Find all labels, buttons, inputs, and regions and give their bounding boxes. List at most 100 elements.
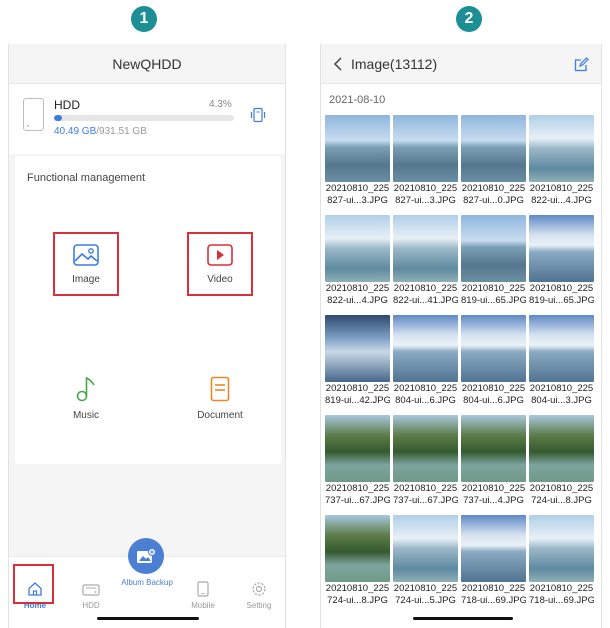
image-thumbnail[interactable] bbox=[393, 415, 458, 482]
image-thumbnail[interactable] bbox=[325, 415, 390, 482]
image-tile[interactable]: 20210810_225 822-ui...4.JPG bbox=[529, 115, 594, 215]
image-thumbnail[interactable] bbox=[461, 515, 526, 582]
image-filename-line1: 20210810_225 bbox=[529, 383, 594, 394]
image-tile[interactable]: 20210810_225 827-ui...3.JPG bbox=[393, 115, 458, 215]
hdd-usage-bar bbox=[54, 115, 234, 121]
functional-management-card: Functional management Image Video Music bbox=[15, 156, 281, 464]
tab-hdd[interactable]: HDD bbox=[71, 570, 111, 610]
album-backup-button[interactable] bbox=[128, 538, 164, 574]
image-thumbnail[interactable] bbox=[529, 115, 594, 182]
image-filename-line1: 20210810_225 bbox=[325, 183, 390, 194]
image-filename-line2: 827-ui...0.JPG bbox=[463, 195, 524, 206]
functional-management-title: Functional management bbox=[27, 172, 146, 184]
image-thumbnail[interactable] bbox=[461, 115, 526, 182]
image-tile[interactable]: 20210810_225 804-ui...3.JPG bbox=[529, 315, 594, 415]
image-filename-line1: 20210810_225 bbox=[529, 483, 594, 494]
hdd-used: 40.49 GB bbox=[54, 126, 97, 137]
image-thumbnail[interactable] bbox=[529, 315, 594, 382]
switch-device-icon[interactable] bbox=[250, 107, 266, 123]
image-filename-line2: 827-ui...3.JPG bbox=[395, 195, 456, 206]
function-image[interactable]: Image bbox=[53, 232, 119, 296]
image-filename-line1: 20210810_225 bbox=[393, 483, 458, 494]
image-filename-line2: 718-ui...69.JPG bbox=[461, 595, 526, 606]
date-group-header: 2021-08-10 bbox=[329, 94, 386, 106]
image-tile[interactable]: 20210810_225 819-ui...65.JPG bbox=[461, 215, 526, 315]
album-backup-icon bbox=[137, 547, 156, 563]
image-filename-line1: 20210810_225 bbox=[325, 483, 390, 494]
image-grid: 20210810_225 827-ui...3.JPG 20210810_225 82… bbox=[325, 115, 600, 615]
image-thumbnail[interactable] bbox=[529, 415, 594, 482]
image-tile[interactable]: 20210810_225 737-ui...67.JPG bbox=[393, 415, 458, 515]
hdd-card[interactable]: HDD 4.3% 40.49 GB/931.51 GB bbox=[9, 84, 285, 154]
hdd-percent: 4.3% bbox=[209, 99, 232, 110]
tab-mobile[interactable]: Mobile bbox=[183, 570, 223, 610]
image-tile[interactable]: 20210810_225 718-ui...69.JPG bbox=[529, 515, 594, 615]
image-filename-line1: 20210810_225 bbox=[325, 383, 390, 394]
image-tile[interactable]: 20210810_225 724-ui...8.JPG bbox=[529, 415, 594, 515]
image-tile[interactable]: 20210810_225 819-ui...65.JPG bbox=[529, 215, 594, 315]
image-filename-line1: 20210810_225 bbox=[393, 583, 458, 594]
home-title: NewQHDD bbox=[9, 44, 285, 84]
image-tile[interactable]: 20210810_225 827-ui...3.JPG bbox=[325, 115, 390, 215]
image-thumbnail[interactable] bbox=[529, 215, 594, 282]
image-icon bbox=[73, 243, 99, 266]
image-filename-line1: 20210810_225 bbox=[325, 283, 390, 294]
home-indicator bbox=[413, 617, 513, 620]
image-tile[interactable]: 20210810_225 724-ui...5.JPG bbox=[393, 515, 458, 615]
image-tile[interactable]: 20210810_225 827-ui...0.JPG bbox=[461, 115, 526, 215]
image-filename-line1: 20210810_225 bbox=[393, 383, 458, 394]
image-tile[interactable]: 20210810_225 804-ui...6.JPG bbox=[461, 315, 526, 415]
image-filename-line2: 737-ui...67.JPG bbox=[325, 495, 390, 506]
image-filename-line1: 20210810_225 bbox=[529, 283, 594, 294]
image-tile[interactable]: 20210810_225 718-ui...69.JPG bbox=[461, 515, 526, 615]
image-thumbnail[interactable] bbox=[461, 215, 526, 282]
image-tile[interactable]: 20210810_225 822-ui...41.JPG bbox=[393, 215, 458, 315]
step-badge-2: 2 bbox=[456, 6, 482, 32]
gallery-title: Image(13112) bbox=[351, 56, 438, 72]
image-filename-line2: 804-ui...6.JPG bbox=[463, 395, 524, 406]
image-tile[interactable]: 20210810_225 737-ui...67.JPG bbox=[325, 415, 390, 515]
image-filename-line1: 20210810_225 bbox=[461, 483, 526, 494]
image-filename-line2: 737-ui...67.JPG bbox=[393, 495, 458, 506]
function-video[interactable]: Video bbox=[187, 232, 253, 296]
image-filename-line2: 819-ui...42.JPG bbox=[325, 395, 390, 406]
edit-select-icon[interactable] bbox=[574, 57, 589, 72]
image-filename-line1: 20210810_225 bbox=[461, 383, 526, 394]
hdd-drive-icon bbox=[23, 98, 44, 131]
function-music[interactable]: Music bbox=[53, 366, 119, 430]
image-thumbnail[interactable] bbox=[325, 215, 390, 282]
video-icon bbox=[207, 243, 233, 266]
image-filename-line1: 20210810_225 bbox=[529, 583, 594, 594]
image-thumbnail[interactable] bbox=[461, 315, 526, 382]
back-icon[interactable] bbox=[331, 56, 345, 72]
home-indicator bbox=[97, 617, 199, 620]
tab-setting[interactable]: Setting bbox=[239, 570, 279, 610]
image-tile[interactable]: 20210810_225 724-ui...8.JPG bbox=[325, 515, 390, 615]
hdd-capacity: 40.49 GB/931.51 GB bbox=[54, 126, 147, 137]
image-thumbnail[interactable] bbox=[529, 515, 594, 582]
image-thumbnail[interactable] bbox=[325, 515, 390, 582]
image-thumbnail[interactable] bbox=[393, 215, 458, 282]
image-filename-line2: 724-ui...8.JPG bbox=[327, 595, 388, 606]
function-video-label: Video bbox=[207, 273, 233, 285]
step-badge-1: 1 bbox=[131, 6, 157, 32]
image-filename-line2: 822-ui...41.JPG bbox=[393, 295, 458, 306]
image-tile[interactable]: 20210810_225 822-ui...4.JPG bbox=[325, 215, 390, 315]
image-tile[interactable]: 20210810_225 737-ui...4.JPG bbox=[461, 415, 526, 515]
image-tile[interactable]: 20210810_225 804-ui...6.JPG bbox=[393, 315, 458, 415]
image-thumbnail[interactable] bbox=[393, 115, 458, 182]
image-thumbnail[interactable] bbox=[393, 515, 458, 582]
image-filename-line2: 822-ui...4.JPG bbox=[327, 295, 388, 306]
image-filename-line2: 827-ui...3.JPG bbox=[327, 195, 388, 206]
function-document[interactable]: Document bbox=[187, 366, 253, 430]
tab-hdd-label: HDD bbox=[82, 601, 100, 610]
image-filename-line1: 20210810_225 bbox=[393, 183, 458, 194]
image-filename-line1: 20210810_225 bbox=[461, 183, 526, 194]
image-thumbnail[interactable] bbox=[393, 315, 458, 382]
image-thumbnail[interactable] bbox=[325, 115, 390, 182]
image-filename-line1: 20210810_225 bbox=[461, 283, 526, 294]
function-music-label: Music bbox=[72, 409, 100, 421]
image-thumbnail[interactable] bbox=[325, 315, 390, 382]
image-tile[interactable]: 20210810_225 819-ui...42.JPG bbox=[325, 315, 390, 415]
image-thumbnail[interactable] bbox=[461, 415, 526, 482]
